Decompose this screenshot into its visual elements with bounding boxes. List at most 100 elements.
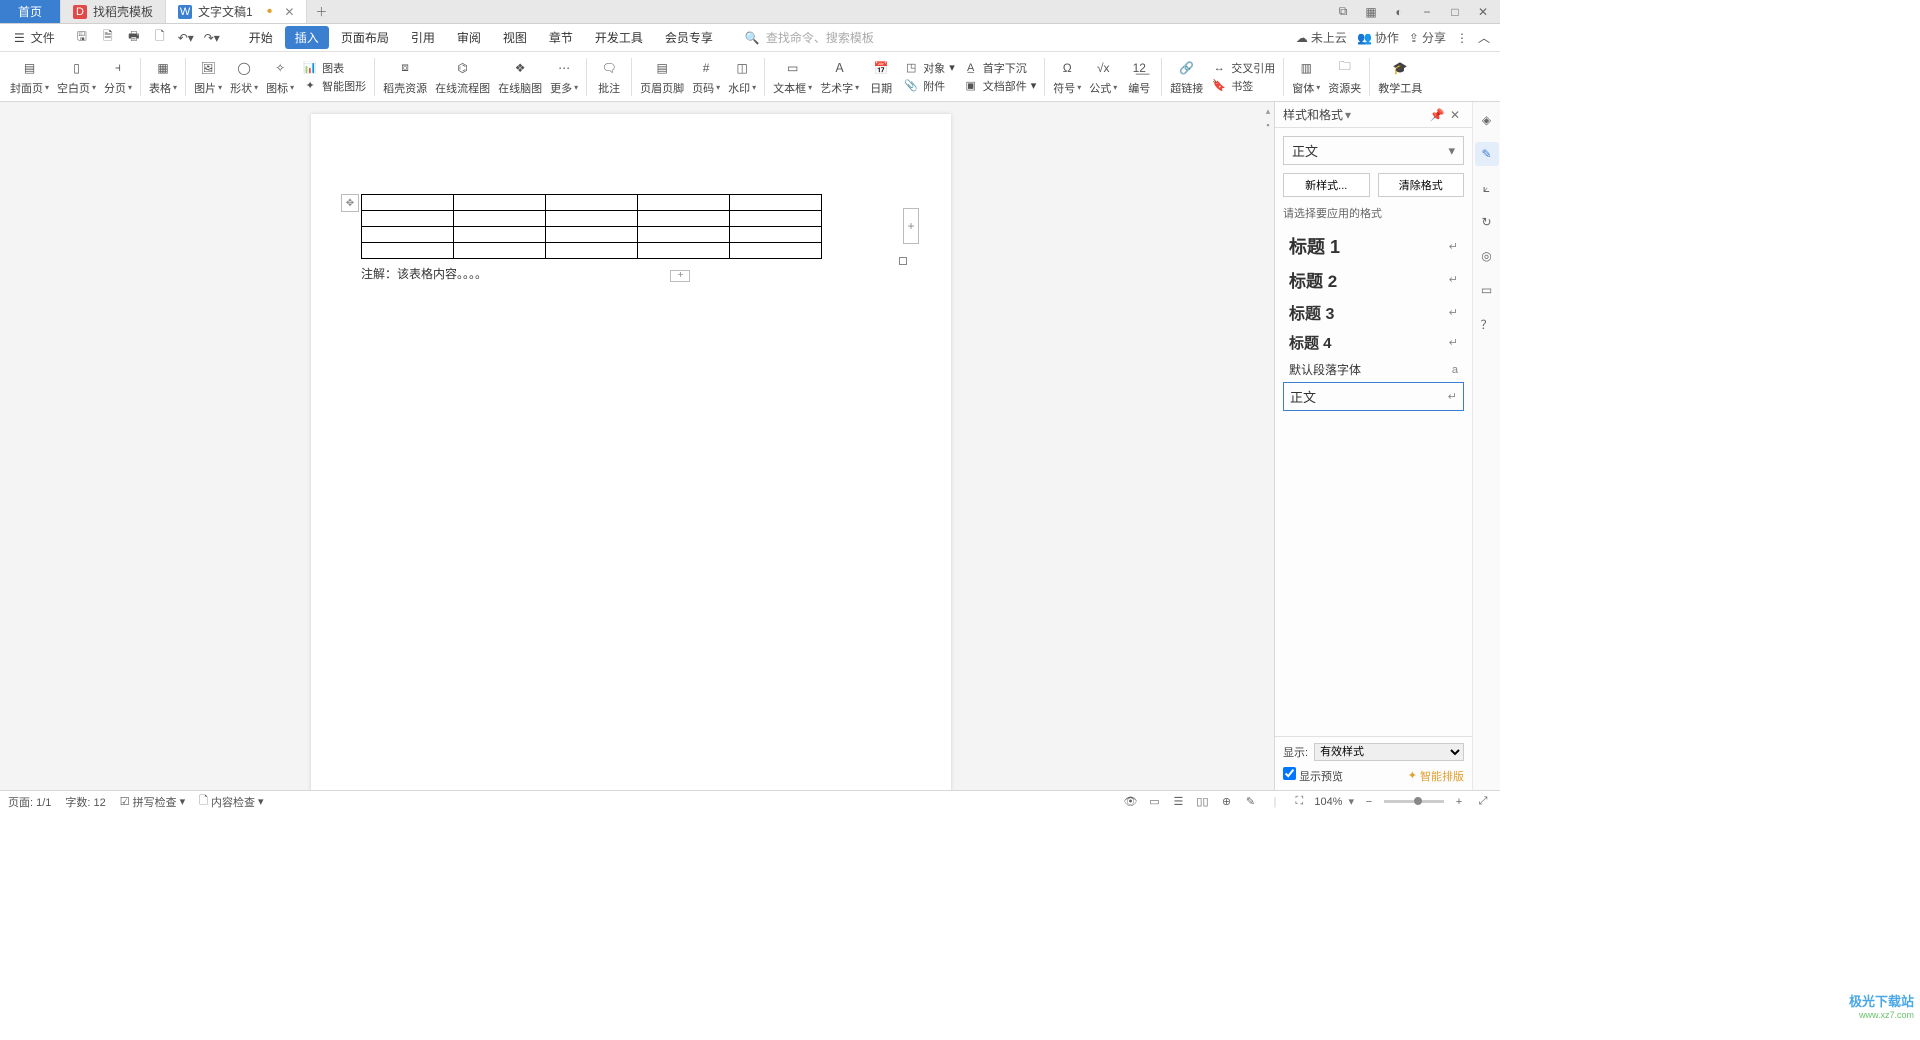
inserted-table[interactable] (361, 194, 822, 259)
picture-button[interactable]: 🖼图片▾ (190, 58, 226, 96)
view-web-icon[interactable]: ⊕ (1217, 794, 1235, 810)
style-item-h3[interactable]: 标题 3↵ (1283, 296, 1464, 328)
document-canvas[interactable]: ✥ + 注解：该表格内容。。。。 + (0, 102, 1262, 790)
table-add-row-handle[interactable]: + (670, 270, 690, 282)
bookmark-button[interactable]: 🔖书签 (1207, 77, 1279, 95)
file-menu[interactable]: ☰ 文件 (10, 29, 59, 46)
table-cell[interactable] (638, 195, 730, 211)
panel-pin-icon[interactable]: 📌 (1428, 108, 1446, 122)
table-cell[interactable] (362, 195, 454, 211)
smart-layout-link[interactable]: ✦智能排版 (1408, 768, 1464, 784)
fullscreen-icon[interactable]: ⤢ (1474, 794, 1492, 810)
style-item-def[interactable]: 默认段落字体a (1283, 357, 1464, 382)
rail-select-icon[interactable]: ⟀ (1475, 176, 1499, 200)
shape-button[interactable]: ◯形状▾ (226, 58, 262, 96)
view-eye-icon[interactable]: 👁 (1121, 794, 1139, 810)
doc-parts-button[interactable]: ▣文档部件▾ (959, 77, 1041, 95)
search-box[interactable]: 🔍 查找命令、搜索模板 (745, 29, 874, 46)
current-style-field[interactable]: 正文▾ (1283, 136, 1464, 165)
rail-target-icon[interactable]: ◎ (1475, 244, 1499, 268)
date-button[interactable]: 📅日期 (863, 58, 899, 96)
apps-icon[interactable]: ▦ (1358, 1, 1384, 23)
view-read-icon[interactable]: ▯▯ (1193, 794, 1211, 810)
clear-format-button[interactable]: 清除格式 (1378, 173, 1465, 197)
print-preview-icon[interactable]: 🗋 (149, 27, 171, 49)
menu-tab-6[interactable]: 章节 (539, 26, 583, 49)
share-button[interactable]: ⇪分享 (1409, 29, 1446, 46)
teaching-tools-button[interactable]: 🎓教学工具 (1374, 58, 1426, 96)
close-window-button[interactable]: ✕ (1470, 1, 1496, 23)
layout-icon[interactable]: ⧉ (1330, 1, 1356, 23)
view-outline-icon[interactable]: ☰ (1169, 794, 1187, 810)
style-item-h4[interactable]: 标题 4↵ (1283, 328, 1464, 357)
hyperlink-button[interactable]: 🔗超链接 (1166, 58, 1207, 96)
menu-tab-0[interactable]: 开始 (239, 26, 283, 49)
table-cell[interactable] (362, 243, 454, 259)
table-cell[interactable] (546, 211, 638, 227)
scroll-marker-icon[interactable]: ▪ (1263, 120, 1273, 130)
menu-tab-8[interactable]: 会员专享 (655, 26, 723, 49)
blank-page-button[interactable]: ▯空白页▾ (53, 58, 100, 96)
resource-button[interactable]: 🗀资源夹 (1324, 58, 1365, 96)
table-cell[interactable] (454, 227, 546, 243)
more-menu-icon[interactable]: ⋮ (1456, 31, 1468, 45)
online-flow-button[interactable]: ⌬在线流程图 (431, 58, 494, 96)
avatar-icon[interactable]: ◐ (1386, 1, 1412, 23)
menu-tab-3[interactable]: 引用 (401, 26, 445, 49)
comment-button[interactable]: 🗨批注 (591, 58, 627, 96)
save-icon[interactable]: 🖫 (71, 27, 93, 49)
table-cell[interactable] (454, 211, 546, 227)
table-move-handle[interactable]: ✥ (341, 194, 359, 212)
table-cell[interactable] (638, 227, 730, 243)
menu-tab-4[interactable]: 审阅 (447, 26, 491, 49)
style-item-h2[interactable]: 标题 2↵ (1283, 263, 1464, 296)
tab-document[interactable]: W 文字文稿1 • ✕ (166, 0, 307, 23)
rail-refresh-icon[interactable]: ↻ (1475, 210, 1499, 234)
coop-button[interactable]: 👥协作 (1357, 29, 1399, 46)
page-indicator[interactable]: 页面: 1/1 (8, 794, 51, 810)
table-cell[interactable] (546, 227, 638, 243)
print-icon[interactable]: 🖶 (123, 27, 145, 49)
tab-templates[interactable]: D 找稻壳模板 (61, 0, 166, 23)
menu-tab-7[interactable]: 开发工具 (585, 26, 653, 49)
undo-icon[interactable]: ↶▾ (175, 27, 197, 49)
crossref-button[interactable]: ↔交叉引用 (1207, 59, 1279, 77)
show-select[interactable]: 有效样式 (1314, 743, 1464, 761)
table-cell[interactable] (546, 195, 638, 211)
cover-page-button[interactable]: ▤封面页▾ (6, 58, 53, 96)
table-cell[interactable] (638, 211, 730, 227)
zoom-in-icon[interactable]: + (1450, 794, 1468, 810)
object-button[interactable]: ◳对象▾ (899, 59, 959, 77)
table-cell[interactable] (730, 195, 822, 211)
table-cell[interactable] (454, 195, 546, 211)
table-cell[interactable] (638, 243, 730, 259)
minimize-button[interactable]: − (1414, 1, 1440, 23)
menu-tab-2[interactable]: 页面布局 (331, 26, 399, 49)
page-break-button[interactable]: ⫞分页▾ (100, 58, 136, 96)
attachment-button[interactable]: 📎附件 (899, 77, 959, 95)
new-style-button[interactable]: 新样式... (1283, 173, 1370, 197)
table-button[interactable]: ▦表格▾ (145, 58, 181, 96)
cloud-status[interactable]: ☁未上云 (1296, 29, 1347, 46)
style-item-h1[interactable]: 标题 1↵ (1283, 229, 1464, 263)
form-button[interactable]: ▥窗体▾ (1288, 58, 1324, 96)
equation-button[interactable]: √x公式▾ (1085, 58, 1121, 96)
spellcheck-toggle[interactable]: ☑ 拼写检查 ▾ (120, 794, 185, 810)
content-check-toggle[interactable]: 🗋 内容检查 ▾ (199, 792, 263, 811)
panel-close-icon[interactable]: ✕ (1446, 108, 1464, 122)
maximize-button[interactable]: □ (1442, 1, 1468, 23)
tab-close-icon[interactable]: ✕ (284, 5, 294, 19)
new-tab-button[interactable]: ＋ (307, 0, 335, 23)
smart-shape-button[interactable]: ✦智能图形 (298, 77, 370, 95)
rail-diamond-icon[interactable]: ◈ (1475, 108, 1499, 132)
chart-button[interactable]: 📊图表 (298, 59, 370, 77)
dox-resource-button[interactable]: ⧈稻壳资源 (379, 58, 431, 96)
word-count[interactable]: 字数: 12 (65, 794, 105, 810)
zoom-slider[interactable] (1414, 797, 1422, 805)
tab-home[interactable]: 首页 (0, 0, 61, 23)
table-add-column-handle[interactable]: + (903, 208, 919, 244)
table-cell[interactable] (362, 227, 454, 243)
icons-button[interactable]: ✧图标▾ (262, 58, 298, 96)
textbox-button[interactable]: ▭文本框▾ (769, 58, 816, 96)
symbol-button[interactable]: Ω符号▾ (1049, 58, 1085, 96)
